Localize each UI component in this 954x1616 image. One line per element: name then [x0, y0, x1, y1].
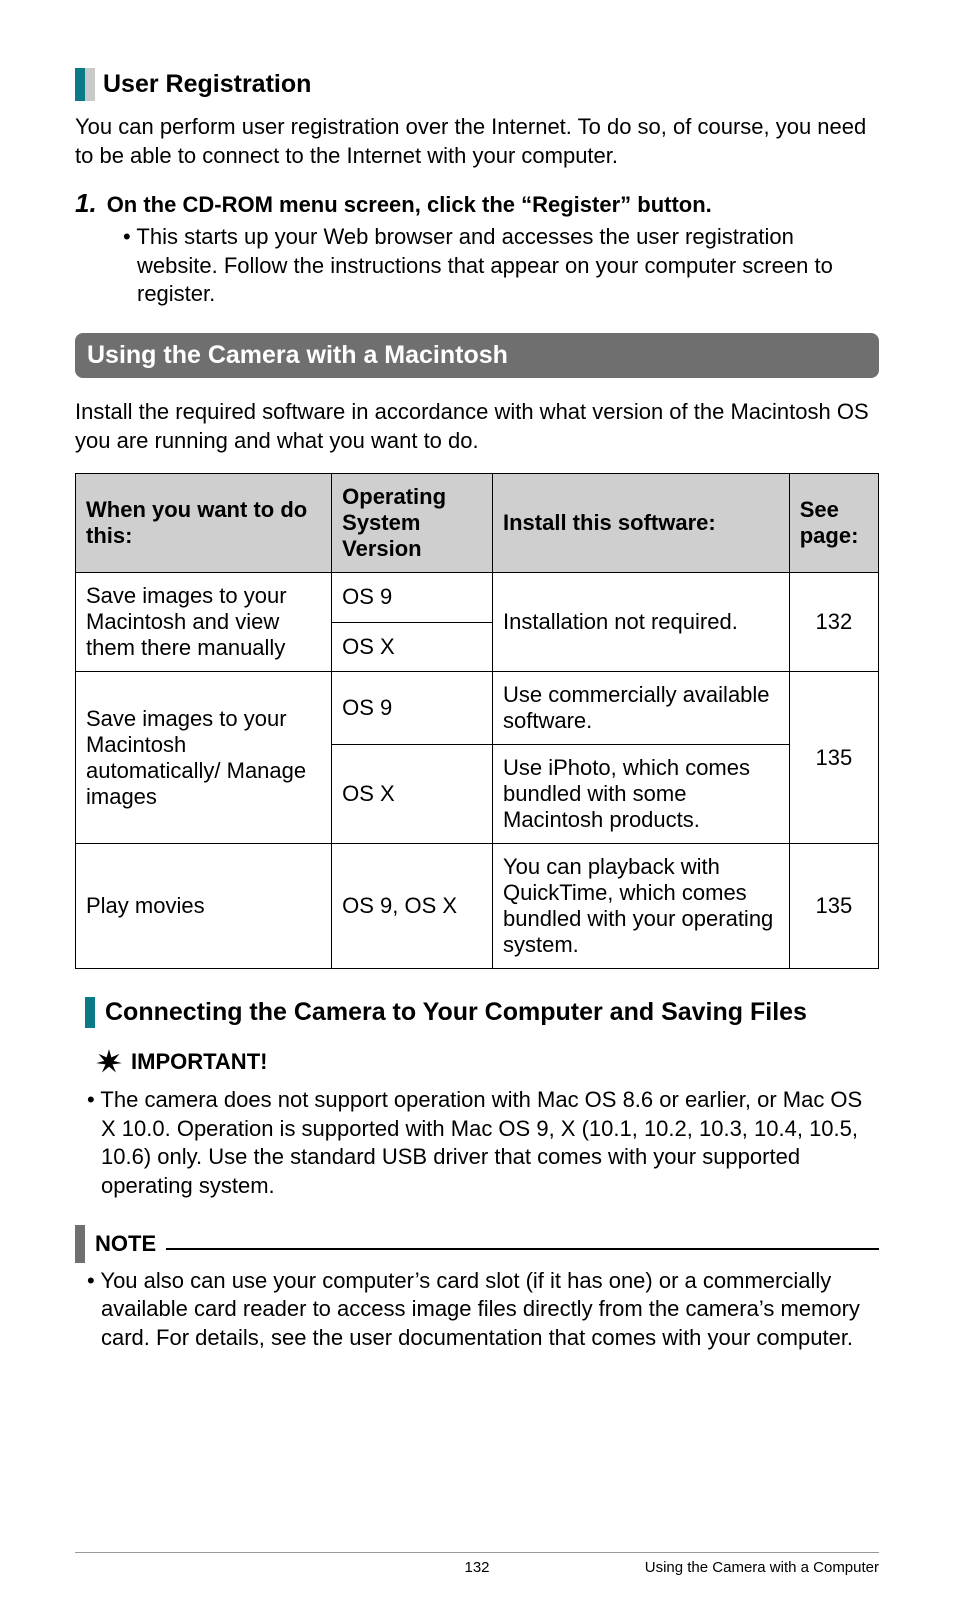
important-label: IMPORTANT!: [131, 1049, 267, 1075]
important-bullet: • The camera does not support operation …: [75, 1086, 879, 1200]
table-row: Save images to your Macintosh automatica…: [76, 672, 879, 745]
page-footer: 132 Using the Camera with a Computer: [75, 1552, 879, 1576]
note-bullet: • You also can use your computer’s card …: [75, 1267, 879, 1353]
heading-text: User Registration: [95, 68, 311, 101]
step-instruction: On the CD-ROM menu screen, click the “Re…: [107, 192, 712, 218]
table-cell-task: Play movies: [76, 844, 332, 969]
table-cell-page: 135: [789, 844, 878, 969]
subsection-heading-connecting: Connecting the Camera to Your Computer a…: [85, 997, 879, 1028]
burst-icon: [95, 1048, 123, 1076]
table-cell-task: Save images to your Macintosh automatica…: [76, 672, 332, 844]
table-row: Save images to your Macintosh and view t…: [76, 573, 879, 623]
step-number: 1.: [75, 188, 97, 219]
heading-accent-teal: [75, 68, 85, 101]
table-cell-os: OS X: [332, 622, 493, 672]
software-table: When you want to do this: Operating Syst…: [75, 473, 879, 969]
note-rule-line: [166, 1238, 879, 1250]
step-1: 1. On the CD-ROM menu screen, click the …: [75, 188, 879, 219]
heading-accent-teal: [85, 997, 95, 1028]
subsection-heading-text: Connecting the Camera to Your Computer a…: [105, 997, 807, 1028]
table-cell-os: OS 9, OS X: [332, 844, 493, 969]
note-heading: NOTE: [75, 1225, 879, 1263]
table-header: Operating System Version: [332, 474, 493, 573]
table-header-row: When you want to do this: Operating Syst…: [76, 474, 879, 573]
note-accent-bar: [75, 1225, 85, 1263]
table-cell-page: 132: [789, 573, 878, 672]
table-cell-install: Use commercially available software.: [493, 672, 790, 745]
table-cell-install: Use iPhoto, which comes bundled with som…: [493, 745, 790, 844]
table-header: When you want to do this:: [76, 474, 332, 573]
table-header: See page:: [789, 474, 878, 573]
table-cell-task: Save images to your Macintosh and view t…: [76, 573, 332, 672]
note-label: NOTE: [95, 1231, 156, 1257]
table-cell-install: You can playback with QuickTime, which c…: [493, 844, 790, 969]
footer-page-number: 132: [464, 1559, 489, 1576]
section-heading-user-registration: User Registration: [75, 68, 879, 101]
important-heading: IMPORTANT!: [95, 1048, 879, 1076]
step-sub-bullet: • This starts up your Web browser and ac…: [123, 223, 879, 309]
table-header: Install this software:: [493, 474, 790, 573]
table-cell-os: OS 9: [332, 573, 493, 623]
table-cell-os: OS X: [332, 745, 493, 844]
banner-intro-paragraph: Install the required software in accorda…: [75, 398, 879, 455]
section-banner-macintosh: Using the Camera with a Macintosh: [75, 333, 879, 378]
table-cell-os: OS 9: [332, 672, 493, 745]
footer-caption: Using the Camera with a Computer: [645, 1559, 879, 1576]
intro-paragraph: You can perform user registration over t…: [75, 113, 879, 170]
table-cell-page: 135: [789, 672, 878, 844]
table-row: Play movies OS 9, OS X You can playback …: [76, 844, 879, 969]
table-cell-install: Installation not required.: [493, 573, 790, 672]
heading-accent-gray: [85, 68, 95, 101]
